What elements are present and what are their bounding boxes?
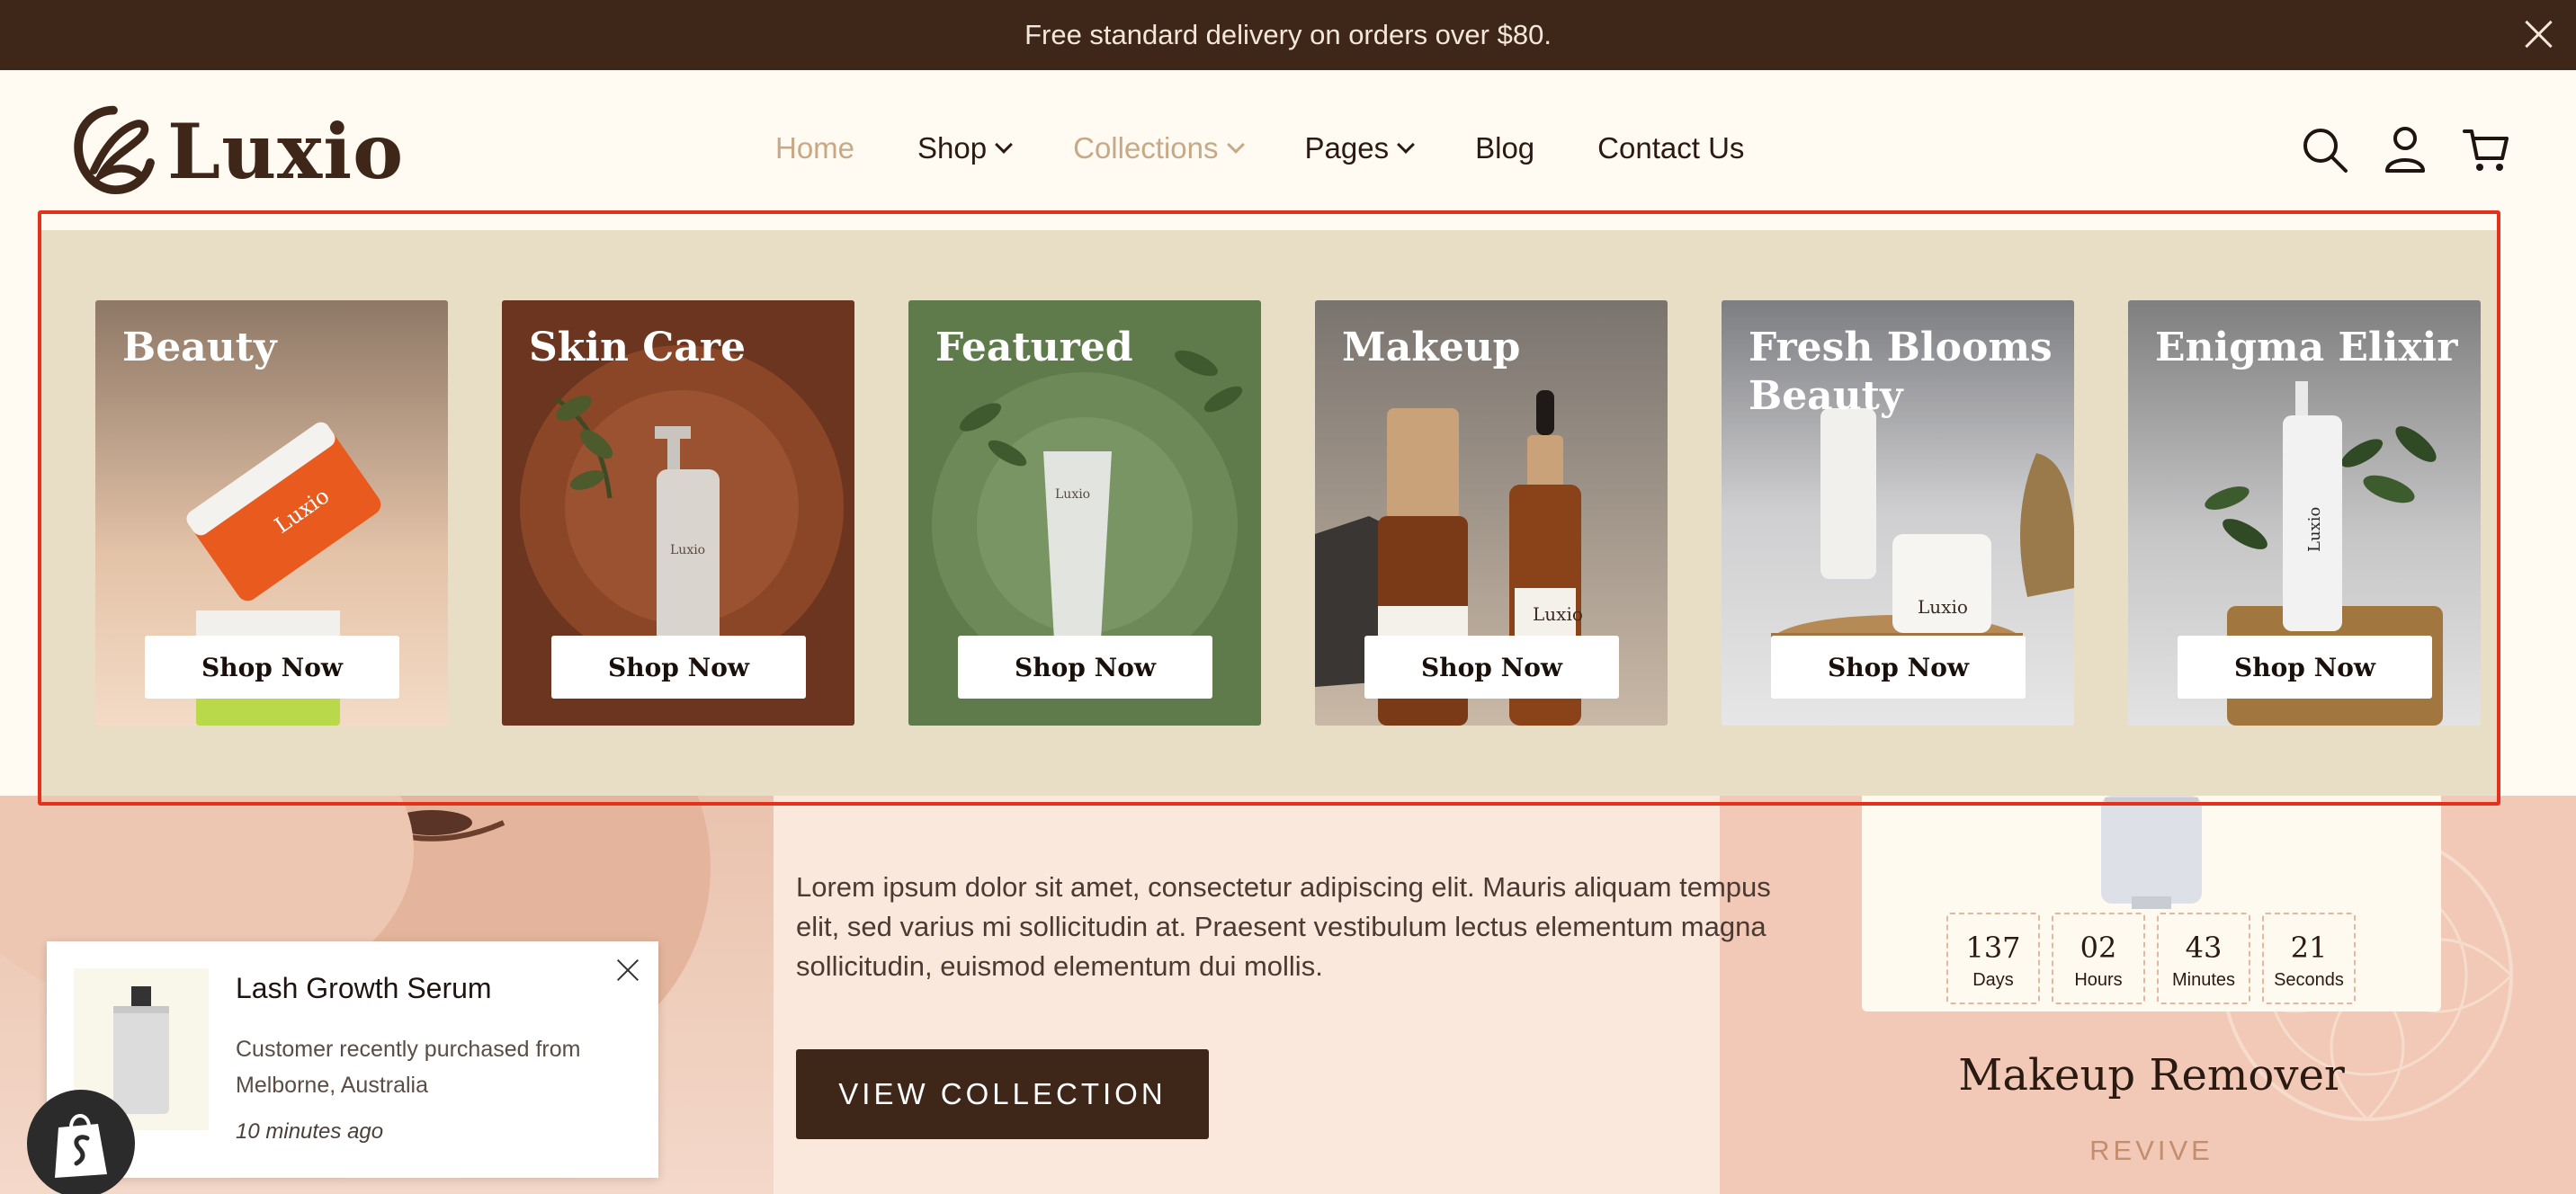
notification-title[interactable]: Lash Growth Serum [236,972,492,1005]
collection-title-skin-care: Skin Care [529,325,746,370]
close-icon[interactable] [2520,16,2556,52]
countdown-hours-label: Hours [2074,970,2123,990]
shopify-badge[interactable] [27,1090,135,1194]
nav-blog[interactable]: Blog [1475,131,1534,165]
nav-home[interactable]: Home [775,131,854,165]
shop-now-button-enigma-elixir[interactable]: Shop Now [2178,636,2432,699]
collection-card-makeup[interactable]: Luxio Makeup Shop Now [1315,300,1668,726]
countdown-days: 137 Days [1946,913,2040,1004]
countdown-days-label: Days [1972,970,2014,990]
brand-name: Luxio [167,106,405,196]
countdown-seconds-value: 21 [2290,931,2328,965]
chevron-down-icon [995,136,1014,154]
header-icons [2268,124,2511,174]
chevron-down-icon [1397,136,1416,154]
nav-contact-label: Contact Us [1597,131,1745,165]
countdown-minutes-label: Minutes [2171,970,2236,990]
purchase-notification[interactable]: Lash Growth Serum Customer recently purc… [47,941,658,1178]
collection-card-featured[interactable]: Luxio Featured Shop Now [908,300,1261,726]
chevron-down-icon [1226,136,1245,154]
collection-title-fresh-blooms-beauty: Fresh Blooms Beauty [1749,325,2053,419]
notification-text: Customer recently purchased from Melborn… [236,1037,581,1098]
shopify-bag-icon [55,1114,107,1178]
cart-icon[interactable] [2461,124,2511,174]
bottle-label-enigma: Luxio [2305,507,2324,552]
collection-title-featured: Featured [935,325,1133,370]
logo-icon [74,105,155,195]
nav-home-label: Home [775,131,855,165]
collection-card-beauty[interactable]: Luxio Beauty Shop Now [95,300,448,726]
nav-collections[interactable]: Collections [1073,131,1245,165]
dropper-label: Luxio [1533,603,1583,625]
nav-collections-label: Collections [1073,131,1219,165]
countdown-seconds-label: Seconds [2274,970,2344,990]
search-icon[interactable] [2299,124,2349,174]
hero-description: Lorem ipsum dolor sit amet, consectetur … [796,871,1771,982]
shop-now-button-makeup[interactable]: Shop Now [1364,636,1619,699]
nav-blog-label: Blog [1475,131,1535,165]
shop-now-button-fresh-blooms-beauty[interactable]: Shop Now [1771,636,2026,699]
product-subtitle: REVIVE [2089,1135,2214,1166]
nav-shop[interactable]: Shop [917,131,1014,165]
jar-label-fresh: Luxio [1918,596,1968,618]
collection-title-beauty: Beauty [122,325,277,370]
countdown-seconds: 21 Seconds [2262,913,2356,1004]
account-icon[interactable] [2380,124,2430,174]
product-title[interactable]: Makeup Remover [1862,1050,2441,1100]
announcement-bar: Free standard delivery on orders over $8… [0,0,2576,70]
main-nav: Home Shop Collections Pages Blog Contact… [775,131,1807,165]
collection-title-makeup: Makeup [1342,325,1521,370]
shop-now-button-featured[interactable]: Shop Now [958,636,1212,699]
countdown-hours: 02 Hours [2052,913,2145,1004]
logo[interactable]: Luxio [65,102,404,200]
announcement-text: Free standard delivery on orders over $8… [1024,19,1552,50]
nav-pages[interactable]: Pages [1304,131,1416,165]
countdown-minutes-value: 43 [2185,931,2223,965]
shop-now-button-skin-care[interactable]: Shop Now [551,636,806,699]
collection-card-skin-care[interactable]: Luxio Skin Care Shop Now [502,300,854,726]
close-icon[interactable] [613,956,642,985]
shop-now-button-beauty[interactable]: Shop Now [145,636,399,699]
site-header: Luxio Home Shop Collections Pages Blog C… [0,70,2576,230]
collection-card-fresh-blooms-beauty[interactable]: Luxio Fresh Blooms Beauty Shop Now [1722,300,2074,726]
nav-contact[interactable]: Contact Us [1597,131,1744,165]
view-collection-button[interactable]: VIEW COLLECTION [796,1049,1209,1139]
tube-label: Luxio [1055,487,1090,502]
countdown-days-value: 137 [1965,931,2021,965]
countdown-hours-value: 02 [2080,931,2117,965]
countdown-minutes: 43 Minutes [2157,913,2250,1004]
nav-shop-label: Shop [917,131,988,165]
bottle-label: Luxio [670,543,705,557]
collection-title-enigma-elixir: Enigma Elixir [2155,325,2458,370]
nav-pages-label: Pages [1304,131,1390,165]
notification-time: 10 minutes ago [236,1119,384,1144]
collection-card-enigma-elixir[interactable]: Luxio Enigma Elixir Shop Now [2128,300,2481,726]
product-bottle-image [2101,796,2202,909]
